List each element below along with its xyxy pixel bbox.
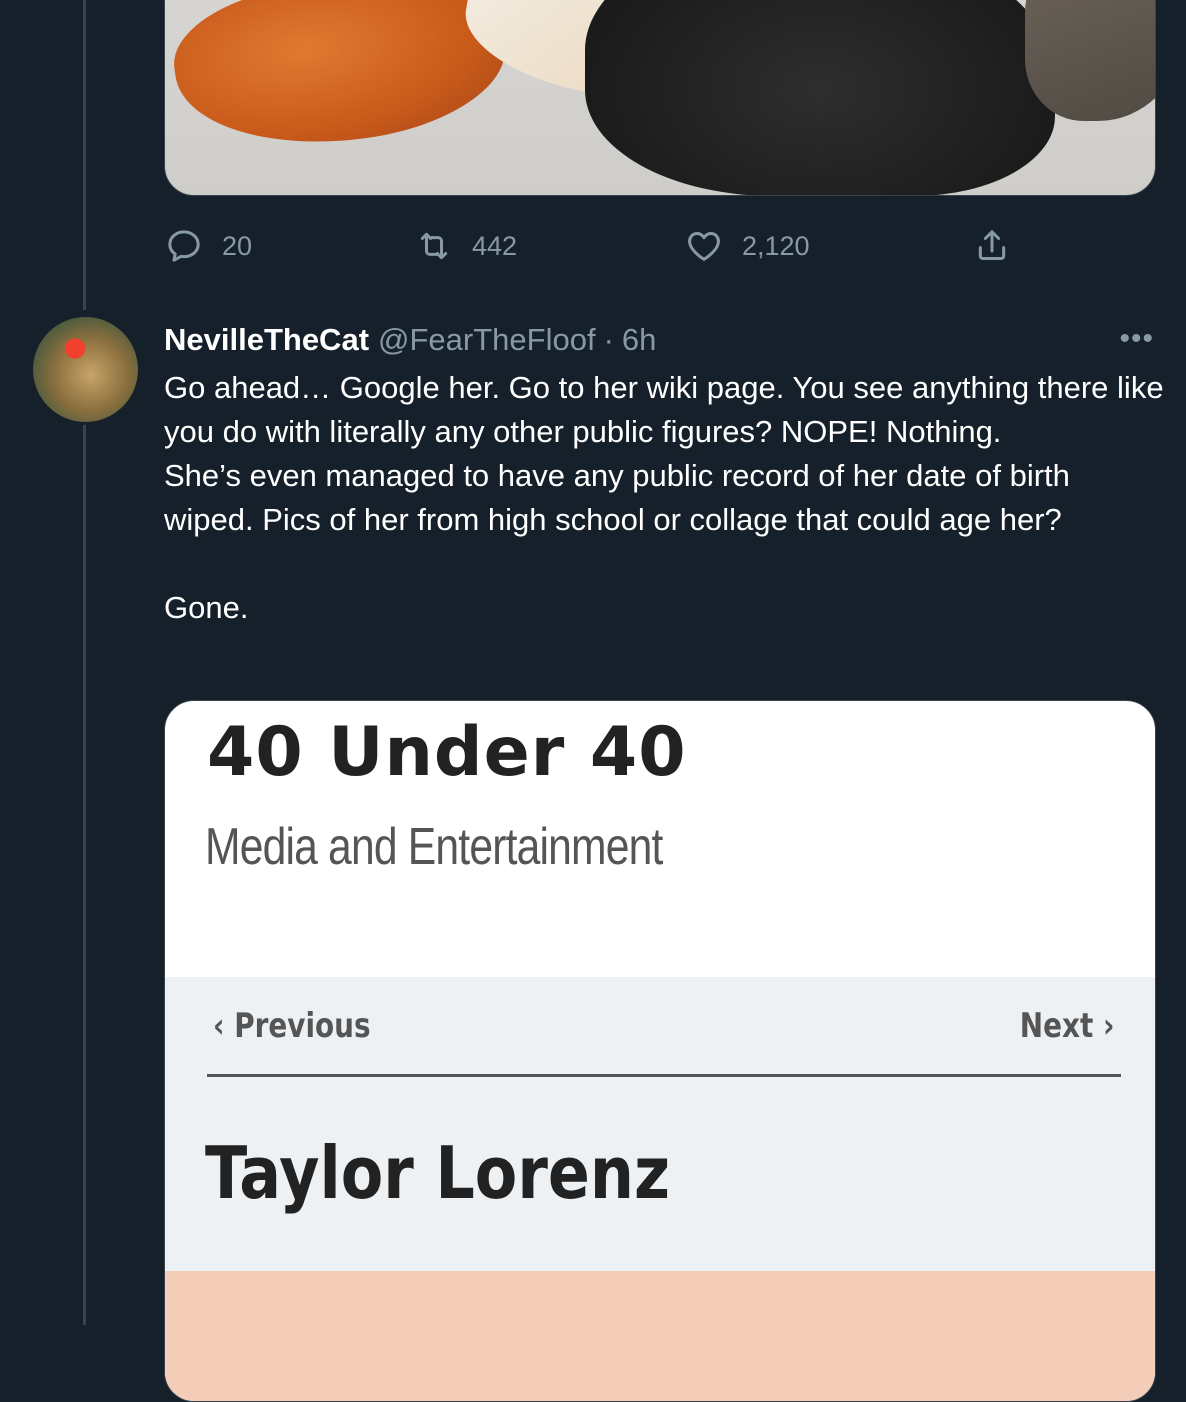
image-orange-pillow (165, 0, 515, 164)
image-next-link: Next › (1020, 1006, 1115, 1046)
like-count: 2,120 (742, 230, 810, 261)
image-divider (207, 1074, 1121, 1077)
share-button[interactable] (972, 222, 1012, 270)
separator-dot: · (603, 322, 614, 357)
tweet-image[interactable] (164, 0, 1156, 196)
more-options-icon[interactable]: ••• (1119, 322, 1154, 356)
user-handle[interactable]: @FearTheFloof (378, 322, 596, 358)
tweet-text: Go ahead… Google her. Go to her wiki pag… (164, 370, 1164, 625)
timestamp[interactable]: 6h (622, 322, 656, 358)
thread-line (83, 0, 86, 310)
retweet-icon (420, 232, 448, 260)
image-photo-edge (165, 1271, 1155, 1401)
share-icon (978, 230, 1006, 260)
tweet-header: NevilleTheCat @FearTheFloof · 6h ••• (164, 318, 1154, 362)
image-subtitle: Media and Entertainment (205, 818, 663, 876)
tweet-action-bar: 20 442 2,120 (164, 222, 1154, 270)
image-dark-figure (585, 0, 1055, 195)
avatar[interactable] (33, 317, 138, 422)
image-previous-link: ‹ Previous (213, 1006, 371, 1046)
image-title: 40 Under 40 (207, 713, 687, 792)
reply-count: 20 (222, 230, 253, 261)
like-button[interactable]: 2,120 (684, 222, 810, 270)
heart-icon (688, 232, 720, 261)
retweet-count: 442 (472, 230, 518, 261)
reply-icon (168, 230, 200, 262)
image-sock (1025, 0, 1155, 121)
reply-button[interactable]: 20 (164, 222, 252, 270)
display-name[interactable]: NevilleTheCat (164, 322, 369, 358)
retweet-button[interactable]: 442 (414, 222, 517, 270)
thread-line (83, 425, 86, 1325)
image-person-name: Taylor Lorenz (205, 1131, 671, 1215)
tweet-image[interactable]: 40 Under 40 Media and Entertainment ‹ Pr… (164, 700, 1156, 1402)
